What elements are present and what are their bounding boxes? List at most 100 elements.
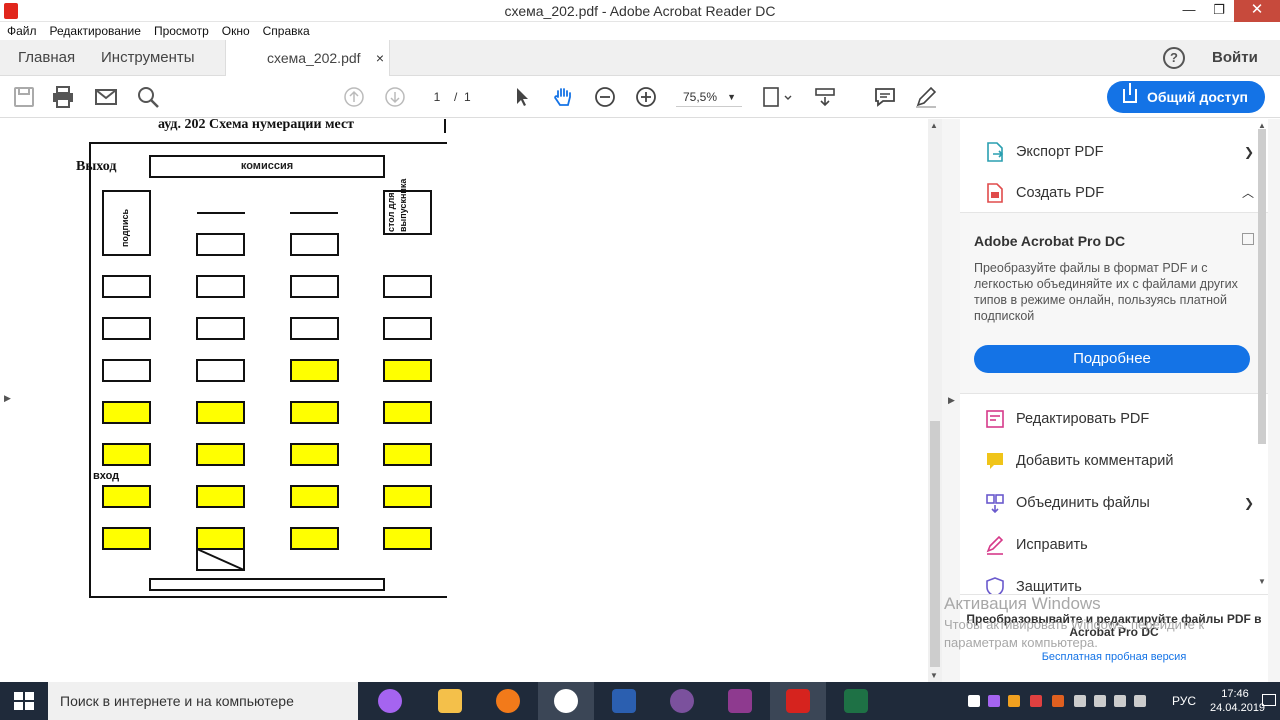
- tab-document-label: схема_202.pdf: [267, 50, 361, 66]
- zoom-out-icon[interactable]: [593, 85, 617, 109]
- minimize-button[interactable]: —: [1174, 0, 1204, 22]
- fit-page-icon[interactable]: [761, 85, 793, 109]
- export-pdf-label: Экспорт PDF: [1016, 144, 1104, 160]
- desk: [290, 527, 339, 550]
- network-icon[interactable]: [1094, 695, 1106, 707]
- notifications-icon[interactable]: [1262, 694, 1276, 706]
- print-icon[interactable]: [51, 85, 75, 109]
- menu-help[interactable]: Справка: [263, 22, 310, 40]
- desk: [196, 233, 245, 256]
- share-label: Общий доступ: [1147, 89, 1248, 105]
- learn-more-button[interactable]: Подробнее: [974, 345, 1250, 373]
- tray-icon[interactable]: [1008, 695, 1020, 707]
- page-separator: /: [454, 90, 458, 104]
- panel-scrollbar[interactable]: ▲ ▼: [1256, 119, 1268, 594]
- taskbar-alice[interactable]: [362, 682, 418, 720]
- restore-button[interactable]: ❐: [1204, 0, 1234, 22]
- save-icon[interactable]: [12, 85, 36, 109]
- taskbar-word[interactable]: [596, 682, 652, 720]
- desk: [290, 359, 339, 382]
- menu-file[interactable]: Файл: [7, 22, 37, 40]
- page-total: / 1: [454, 87, 471, 107]
- share-button[interactable]: Общий доступ: [1107, 81, 1265, 113]
- scroll-up-icon[interactable]: ▲: [930, 121, 938, 130]
- desk: [102, 359, 151, 382]
- protect-tool[interactable]: Защитить: [960, 567, 1268, 594]
- desk: [196, 485, 245, 508]
- email-icon[interactable]: [94, 85, 118, 109]
- login-button[interactable]: Войти: [1212, 40, 1258, 76]
- desk: [290, 317, 339, 340]
- menu-edit[interactable]: Редактирование: [50, 22, 141, 40]
- collapse-panel-icon[interactable]: ▶: [948, 395, 955, 406]
- tab-home[interactable]: Главная: [18, 40, 75, 76]
- desk: [196, 359, 245, 382]
- desk: [102, 443, 151, 466]
- windows-start-icon[interactable]: [0, 682, 48, 720]
- title-bar: схема_202.pdf - Adobe Acrobat Reader DC …: [0, 0, 1280, 22]
- clock[interactable]: 17:46 24.04.2019: [1210, 687, 1265, 715]
- edit-pdf-tool[interactable]: Редактировать PDF: [960, 399, 1268, 439]
- copy-icon: [1242, 233, 1254, 245]
- language-indicator[interactable]: РУС: [1172, 682, 1196, 720]
- pen-sign-icon[interactable]: [914, 85, 938, 109]
- comment-icon: [987, 453, 1003, 469]
- export-pdf-tool[interactable]: Экспорт PDF ❯: [960, 132, 1268, 172]
- select-pointer-icon[interactable]: [510, 85, 534, 109]
- fill-sign-tool[interactable]: Исправить: [960, 525, 1268, 565]
- volume-icon[interactable]: [1134, 695, 1146, 707]
- previous-page-icon[interactable]: [342, 85, 366, 109]
- viber-tray-icon[interactable]: [988, 695, 1000, 707]
- create-pdf-tool[interactable]: Создать PDF ︿: [960, 173, 1268, 213]
- panel-scroll-thumb[interactable]: [1258, 129, 1266, 444]
- taskbar-winrar[interactable]: [712, 682, 768, 720]
- create-pdf-label: Создать PDF: [1016, 185, 1105, 201]
- taskbar-yandex[interactable]: [538, 682, 594, 720]
- tab-document[interactable]: схема_202.pdf ×: [225, 40, 390, 76]
- taskbar-explorer[interactable]: [422, 682, 478, 720]
- left-panel-toggle-icon[interactable]: ▶: [4, 393, 11, 404]
- tray-icon[interactable]: [1030, 695, 1042, 707]
- tray-icon[interactable]: [1052, 695, 1064, 707]
- chevron-down-icon: ❯: [1243, 496, 1254, 510]
- help-icon[interactable]: ?: [1163, 47, 1185, 69]
- scroll-thumb[interactable]: [930, 421, 940, 667]
- chevron-up-icon[interactable]: [1074, 695, 1086, 707]
- zoom-in-icon[interactable]: [634, 85, 658, 109]
- combine-files-tool[interactable]: Объединить файлы ❯: [960, 483, 1268, 523]
- taskbar-firefox[interactable]: [480, 682, 536, 720]
- battery-icon[interactable]: [1114, 695, 1126, 707]
- desk: [290, 233, 339, 256]
- menu-window[interactable]: Окно: [222, 22, 250, 40]
- zoom-select[interactable]: 75,5% ▼: [676, 87, 742, 107]
- page-total-value: 1: [464, 90, 471, 104]
- scroll-down-icon[interactable]: ▼: [1258, 577, 1266, 586]
- desk: [102, 485, 151, 508]
- search-icon[interactable]: [136, 85, 160, 109]
- word-icon: [612, 689, 636, 713]
- window-title: схема_202.pdf - Adobe Acrobat Reader DC: [504, 3, 776, 19]
- free-trial-link[interactable]: Бесплатная пробная версия: [960, 651, 1268, 663]
- comment-icon[interactable]: [873, 85, 897, 109]
- add-comment-tool[interactable]: Добавить комментарий: [960, 441, 1268, 481]
- desk: [383, 317, 432, 340]
- close-tab-icon[interactable]: ×: [376, 40, 384, 76]
- read-mode-icon[interactable]: [813, 85, 837, 109]
- scroll-down-icon[interactable]: ▼: [930, 671, 938, 680]
- desk: [102, 275, 151, 298]
- taskbar: Поиск в интернете и на компьютере РУС 17…: [0, 682, 1280, 720]
- taskbar-acrobat[interactable]: [770, 682, 826, 720]
- close-window-button[interactable]: ✕: [1234, 0, 1280, 22]
- add-comment-label: Добавить комментарий: [1016, 453, 1174, 469]
- taskbar-search-input[interactable]: Поиск в интернете и на компьютере: [48, 682, 358, 720]
- page-number-input[interactable]: 1: [424, 87, 450, 107]
- yandex-tray-icon[interactable]: [968, 695, 980, 707]
- next-page-icon[interactable]: [383, 85, 407, 109]
- taskbar-viber[interactable]: [654, 682, 710, 720]
- document-scrollbar[interactable]: ▲ ▼: [928, 119, 942, 682]
- menu-view[interactable]: Просмотр: [154, 22, 209, 40]
- taskbar-excel[interactable]: [828, 682, 884, 720]
- desk: [196, 401, 245, 424]
- tab-tools[interactable]: Инструменты: [101, 40, 195, 76]
- hand-tool-icon[interactable]: [551, 85, 575, 109]
